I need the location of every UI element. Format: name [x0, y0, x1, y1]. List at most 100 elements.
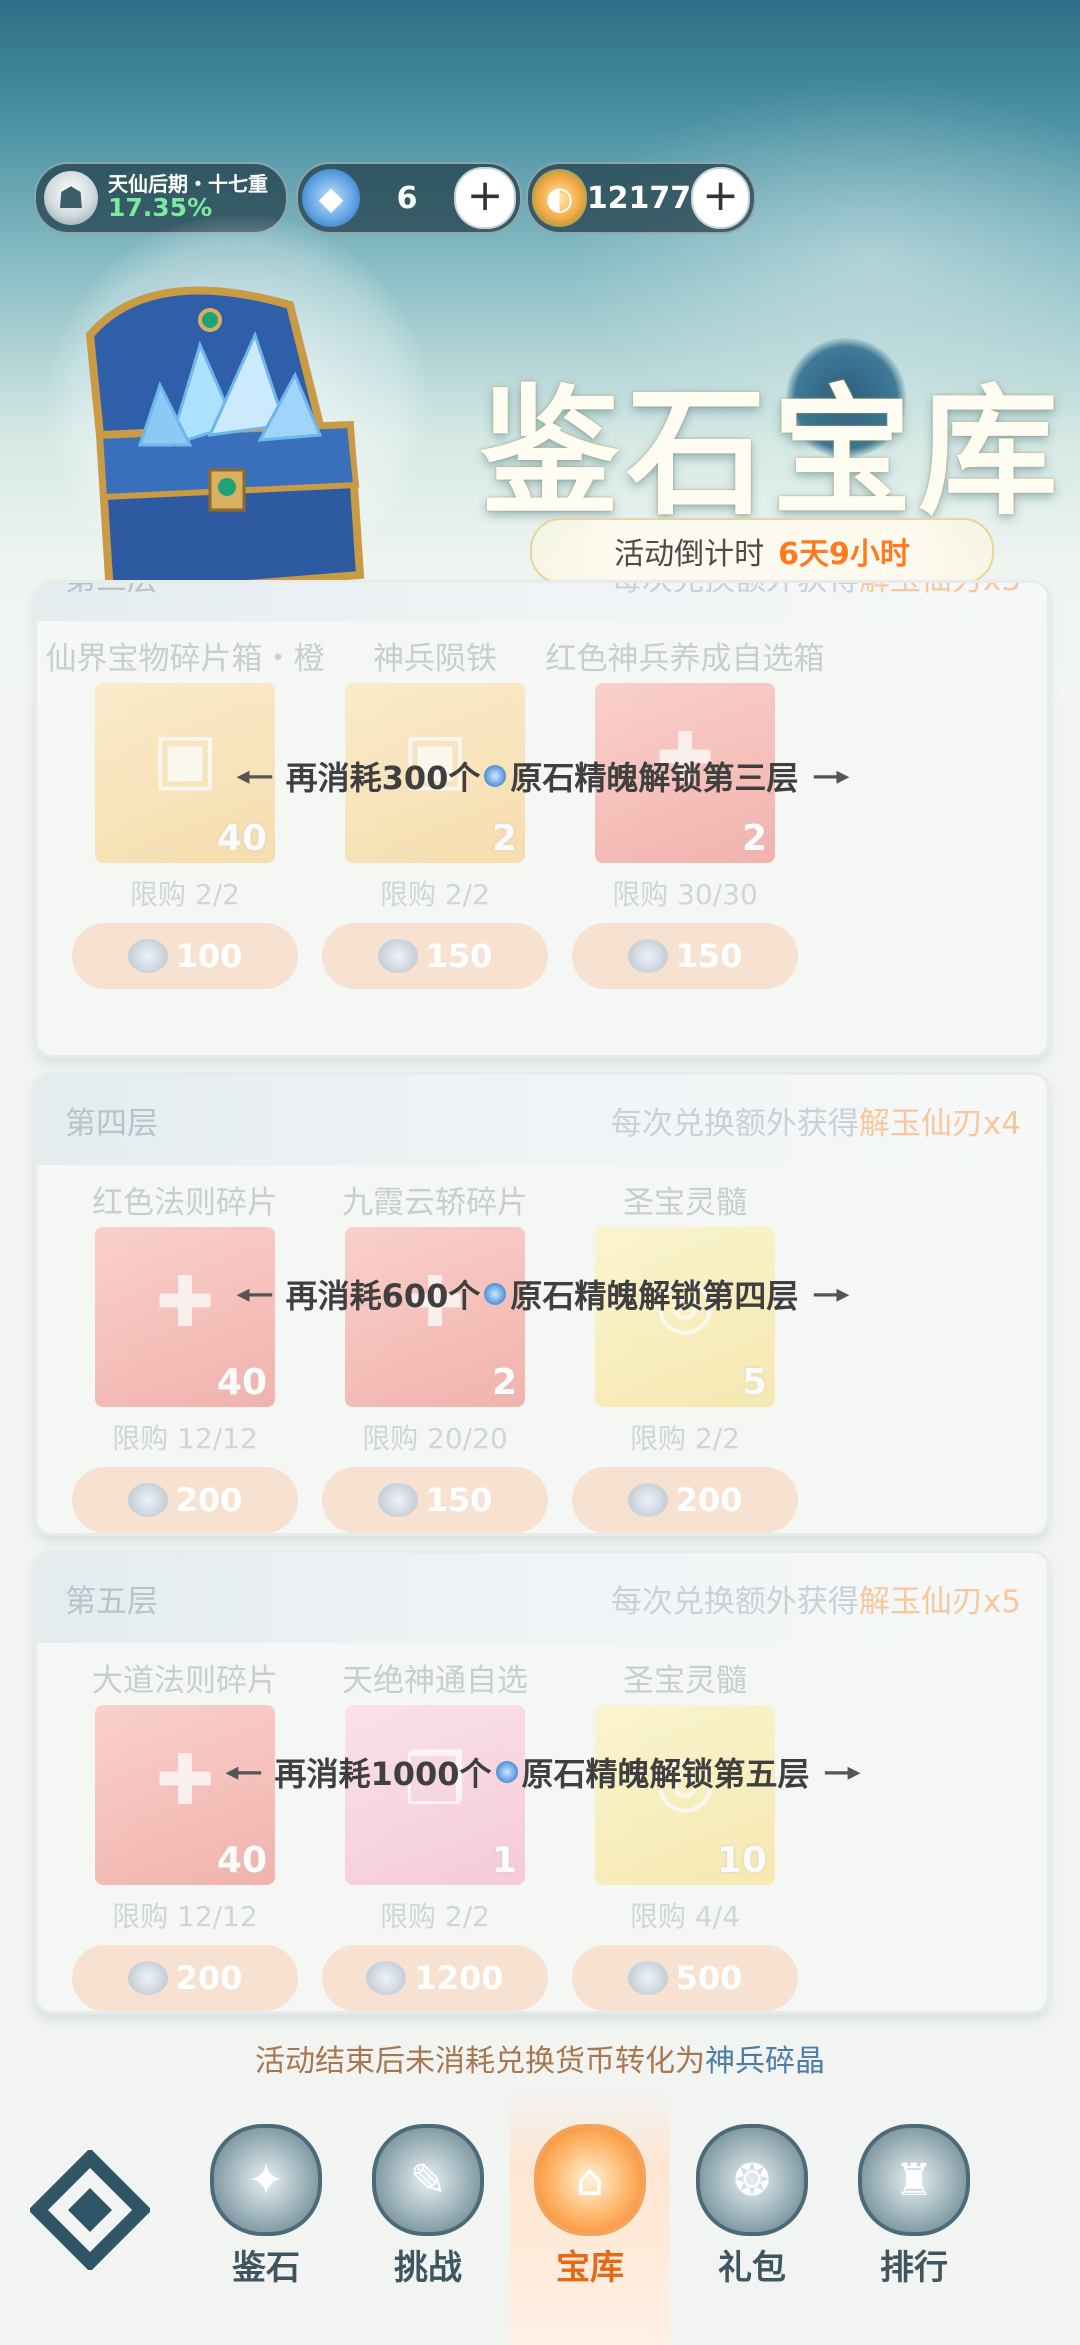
countdown-label: 活动倒计时 [614, 537, 765, 572]
tab-ranking-tower[interactable]: ♜ 排行 [834, 2090, 994, 2345]
tier-bonus: 每次兑换额外获得解玉仙刃x4 [610, 1105, 1021, 1142]
buy-button[interactable]: 200 [72, 1467, 298, 1533]
left-arrow-icon: ◂— [236, 1279, 274, 1309]
item-price: 200 [175, 1481, 243, 1519]
shop-item[interactable]: 圣宝灵髓 ◎ 10 限购 4/4 500 [535, 1643, 835, 2011]
countdown-banner: 活动倒计时 6天9小时 [530, 518, 994, 584]
item-price: 200 [175, 1959, 243, 1997]
item-card: ◎ 5 [595, 1227, 775, 1407]
menu-logo-icon[interactable] [30, 2150, 150, 2270]
tier-panel: 第四层 每次兑换额外获得解玉仙刃x4 红色法则碎片 ✚ 40 限购 12/12 … [34, 1072, 1050, 1536]
tab-label: 排行 [880, 2248, 948, 2288]
tier-header: 第四层 每次兑换额外获得解玉仙刃x4 [37, 1075, 1047, 1165]
item-quantity: 5 [741, 1362, 767, 1403]
item-card: ✚ 2 [345, 1227, 525, 1407]
purchase-limit: 限购 2/2 [630, 1422, 740, 1455]
unlock-message: ◂— 再消耗600个 原石精魄解锁第四层 —▸ [236, 1277, 850, 1315]
gem-currency: ◆ 6 + [296, 162, 522, 234]
page-title: 鉴石宝库 [480, 371, 1065, 535]
item-price: 150 [425, 1481, 493, 1519]
item-card: ✚ 40 [95, 1705, 275, 1885]
right-arrow-icon: —▸ [823, 1757, 861, 1787]
item-quantity: 10 [716, 1840, 767, 1881]
buy-button[interactable]: 500 [572, 1945, 798, 2011]
footnote: 活动结束后未消耗兑换货币转化为神兵碎晶 [0, 2036, 1080, 2080]
item-quantity: 40 [216, 818, 267, 859]
countdown-value: 6天9小时 [778, 537, 910, 572]
shop-item[interactable]: 圣宝灵髓 ◎ 5 限购 2/2 200 [535, 1165, 835, 1533]
add-jade-button[interactable]: + [691, 167, 750, 229]
buy-button[interactable]: 200 [72, 1945, 298, 2011]
treasury-building-icon: ⌂ [534, 2124, 646, 2236]
item-price: 100 [175, 937, 243, 975]
shop-item[interactable]: 红色神兵养成自选箱 ✚ 2 限购 30/30 150 [535, 621, 835, 989]
tier-bonus: 每次兑换额外获得解玉仙刃x5 [610, 1583, 1021, 1620]
tier-name: 第四层 [65, 1105, 158, 1142]
right-arrow-icon: —▸ [812, 761, 849, 791]
footnote-highlight: 神兵碎晶 [705, 2044, 825, 2079]
flame-gem-icon: ✦ [210, 2124, 322, 2236]
item-price: 1200 [414, 1959, 504, 1997]
jade-icon: ◐ [532, 169, 587, 227]
item-quantity: 40 [216, 1362, 267, 1403]
purchase-limit: 限购 30/30 [612, 878, 758, 911]
item-price: 500 [675, 1959, 743, 1997]
gem-icon [377, 939, 418, 973]
tab-label: 礼包 [718, 2248, 786, 2288]
gem-icon [484, 1283, 507, 1305]
item-card: ◎ 10 [595, 1705, 775, 1885]
jade-amount: 12177 [586, 180, 692, 216]
item-name: 圣宝灵髓 [623, 1185, 747, 1221]
tab-label: 挑战 [394, 2248, 462, 2288]
gem-icon [377, 1483, 418, 1517]
gem-icon [366, 1961, 407, 1995]
tier-items: 红色法则碎片 ✚ 40 限购 12/12 200 九霞云轿碎片 ✚ 2 限购 2… [37, 1165, 1047, 1533]
left-arrow-icon: ◂— [225, 1757, 262, 1787]
tab-gift-pouch[interactable]: ❂ 礼包 [672, 2090, 832, 2345]
item-quantity: 1 [491, 1840, 517, 1881]
left-arrow-icon: ◂— [236, 761, 274, 791]
item-price: 150 [425, 937, 493, 975]
item-quantity: 2 [491, 1362, 517, 1403]
jade-currency: ◐ 12177 + [526, 162, 756, 234]
tier-header: 第三层 每次兑换额外获得解玉仙刃x3 [37, 583, 1047, 621]
buy-button[interactable]: 150 [322, 923, 548, 989]
tab-treasury-building[interactable]: ⌂ 宝库 [510, 2090, 670, 2345]
item-card: ❒ 1 [345, 1705, 525, 1885]
tier-items: 大道法则碎片 ✚ 40 限购 12/12 200 天绝神通自选 ❒ 1 限购 2… [37, 1643, 1047, 2011]
avatar-icon: ☗ [44, 171, 98, 225]
item-quantity: 40 [216, 1840, 267, 1881]
buy-button[interactable]: 200 [572, 1467, 798, 1533]
tier-header: 第五层 每次兑换额外获得解玉仙刃x5 [37, 1553, 1047, 1643]
tab-scroll[interactable]: ✎ 挑战 [348, 2090, 508, 2345]
bottom-nav: ✦ 鉴石 ✎ 挑战 ⌂ 宝库 ❂ 礼包 ♜ 排行 [0, 2090, 1080, 2345]
tier-items: 仙界宝物碎片箱・橙 ▣ 40 限购 2/2 100 神兵陨铁 ▣ 2 限购 2/… [37, 621, 1047, 1011]
add-gem-button[interactable]: + [454, 167, 516, 229]
scroll-icon: ✎ [372, 2124, 484, 2236]
treasure-chest-icon [85, 286, 365, 600]
tab-label: 鉴石 [232, 2248, 300, 2288]
gem-icon: ◆ [302, 169, 360, 227]
gem-icon [627, 939, 668, 973]
buy-button[interactable]: 1200 [322, 1945, 548, 2011]
footnote-text: 活动结束后未消耗兑换货币转化为 [255, 2044, 705, 2079]
buy-button[interactable]: 150 [572, 923, 798, 989]
tier-panel: 第三层 每次兑换额外获得解玉仙刃x3 仙界宝物碎片箱・橙 ▣ 40 限购 2/2… [34, 580, 1050, 1058]
gem-amount: 6 [396, 180, 418, 216]
purchase-limit: 限购 4/4 [630, 1900, 740, 1933]
item-name: 圣宝灵髓 [623, 1663, 747, 1699]
buy-button[interactable]: 100 [72, 923, 298, 989]
tier-bonus: 每次兑换额外获得解玉仙刃x3 [611, 583, 1021, 599]
item-name: 红色神兵养成自选箱 [545, 641, 825, 677]
gift-pouch-icon: ❂ [696, 2124, 808, 2236]
item-quantity: 2 [491, 818, 517, 859]
item-price: 150 [675, 937, 743, 975]
tab-flame-gem[interactable]: ✦ 鉴石 [186, 2090, 346, 2345]
gem-icon [127, 1483, 168, 1517]
gem-icon [627, 1483, 668, 1517]
buy-button[interactable]: 150 [322, 1467, 548, 1533]
unlock-message: ◂— 再消耗300个 原石精魄解锁第三层 —▸ [236, 759, 850, 797]
gem-icon [484, 765, 507, 787]
tab-label: 宝库 [556, 2248, 624, 2288]
item-price: 200 [675, 1481, 743, 1519]
